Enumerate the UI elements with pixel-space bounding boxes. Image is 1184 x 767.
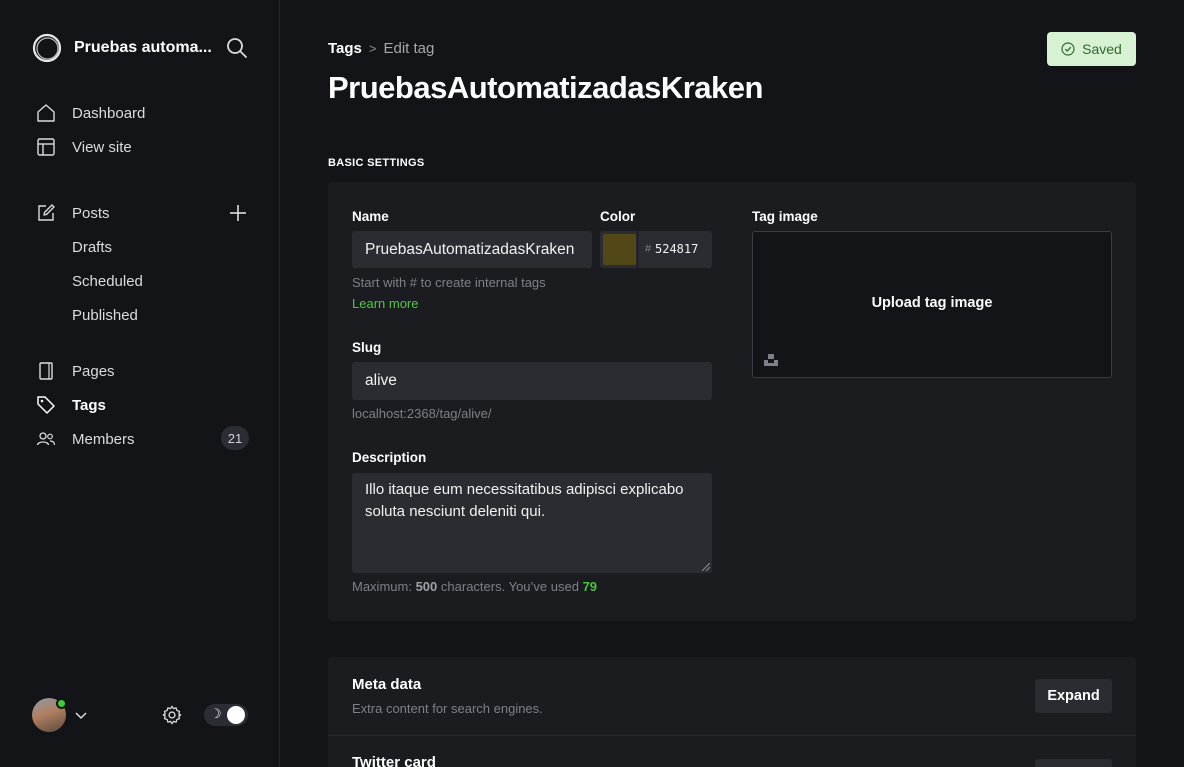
tag-image-upload[interactable]: Upload tag image [752, 231, 1112, 378]
breadcrumb-current: Edit tag [383, 40, 435, 57]
nav-scheduled[interactable]: Scheduled [36, 269, 256, 293]
color-hash: # [645, 243, 652, 255]
nav-posts[interactable]: Posts [36, 201, 256, 225]
sidebar-footer: ☽ [32, 698, 252, 732]
desc-hint-prefix: Maximum: [352, 579, 412, 594]
nav-dashboard-label: Dashboard [72, 104, 146, 122]
dark-mode-toggle[interactable]: ☽ [204, 704, 248, 726]
nav-drafts-label: Drafts [72, 238, 113, 256]
nav-drafts[interactable]: Drafts [36, 235, 256, 259]
nav-published[interactable]: Published [36, 303, 256, 327]
nav-tags-label: Tags [72, 396, 106, 414]
chevron-down-icon[interactable] [73, 707, 89, 723]
resize-handle-icon[interactable] [702, 563, 710, 571]
meta-data-card: Meta data Extra content for search engin… [328, 657, 1136, 767]
basic-settings-card: Name PruebasAutomatizadasKraken Start wi… [328, 182, 1136, 621]
members-count-badge: 21 [221, 426, 249, 450]
breadcrumb-tags-link[interactable]: Tags [328, 40, 362, 57]
home-icon [37, 104, 55, 122]
nav-pages[interactable]: Pages [36, 359, 256, 383]
tag-icon [37, 396, 55, 414]
saved-button[interactable]: Saved [1047, 32, 1136, 66]
learn-more-link[interactable]: Learn more [352, 296, 418, 311]
site-brand[interactable]: Pruebas automa... [32, 33, 212, 63]
description-text: Illo itaque eum necessitatibus adipisci … [365, 481, 684, 520]
description-textarea[interactable]: Illo itaque eum necessitatibus adipisci … [352, 473, 712, 573]
twitter-expand-button[interactable] [1035, 759, 1112, 767]
nav-published-label: Published [72, 306, 138, 324]
layout-icon [37, 138, 55, 156]
nav-view-site-label: View site [72, 138, 132, 156]
site-logo-icon [32, 33, 62, 63]
nav-view-site[interactable]: View site [36, 135, 256, 159]
nav-tags[interactable]: Tags [36, 393, 256, 417]
color-label: Color [600, 209, 636, 224]
name-hint: Start with # to create internal tags [352, 275, 546, 290]
members-icon [36, 432, 56, 446]
nav-dashboard[interactable]: Dashboard [36, 101, 256, 125]
nav-members-label: Members [72, 430, 135, 448]
site-name: Pruebas automa... [74, 39, 212, 56]
check-circle-icon [1061, 42, 1075, 56]
unsplash-icon[interactable] [764, 353, 778, 367]
add-post-icon[interactable] [228, 203, 248, 223]
basic-settings-heading: BASIC SETTINGS [328, 157, 425, 169]
search-icon[interactable] [226, 37, 248, 59]
saved-label: Saved [1082, 41, 1122, 57]
sidebar: Pruebas automa... Dashboard View site Po… [0, 0, 280, 767]
color-input[interactable]: # 524817 [600, 231, 712, 268]
breadcrumb: Tags > Edit tag [328, 40, 434, 57]
meta-data-subtitle: Extra content for search engines. [352, 701, 543, 716]
edit-icon [38, 204, 55, 221]
desc-hint-mid: characters. You’ve used [440, 579, 579, 594]
desc-max-count: 500 [415, 579, 438, 594]
page-title: PruebasAutomatizadasKraken [328, 70, 763, 105]
moon-icon: ☽ [210, 706, 222, 721]
tag-image-label: Tag image [752, 209, 818, 224]
name-label: Name [352, 209, 389, 224]
color-swatch[interactable] [603, 234, 636, 265]
slug-input[interactable]: alive [352, 362, 712, 400]
nav-posts-label: Posts [72, 204, 110, 222]
gear-icon[interactable] [161, 704, 183, 726]
slug-url-hint: localhost:2368/tag/alive/ [352, 406, 492, 421]
online-status-dot [56, 698, 67, 709]
color-divider [637, 231, 638, 268]
upload-tag-image-label: Upload tag image [871, 295, 993, 311]
description-hint: Maximum: 500 characters. You’ve used 79 [352, 579, 597, 594]
breadcrumb-separator-icon: > [368, 41, 377, 56]
pages-icon [39, 362, 53, 380]
slug-label: Slug [352, 340, 382, 355]
color-hex-value: 524817 [655, 242, 699, 256]
nav-members[interactable]: Members 21 [36, 426, 256, 451]
meta-expand-button[interactable]: Expand [1035, 679, 1112, 713]
toggle-knob [227, 706, 245, 724]
nav-scheduled-label: Scheduled [72, 272, 143, 290]
twitter-card-title: Twitter card [352, 754, 436, 767]
name-input[interactable]: PruebasAutomatizadasKraken [352, 231, 592, 268]
description-label: Description [352, 450, 427, 465]
nav-pages-label: Pages [72, 362, 115, 380]
desc-used-count: 79 [582, 579, 598, 594]
card-divider [328, 735, 1136, 736]
meta-data-title: Meta data [352, 676, 422, 693]
